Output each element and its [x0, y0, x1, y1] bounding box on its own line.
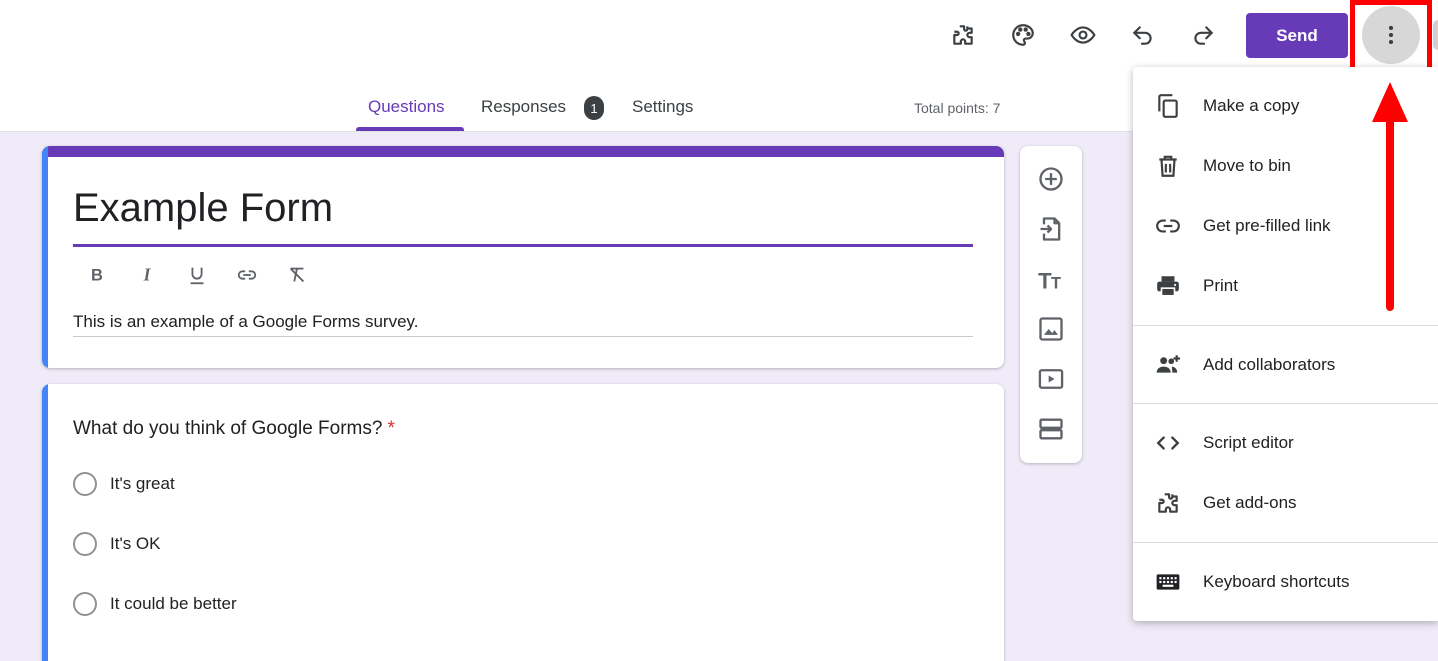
- svg-text:I: I: [143, 265, 152, 285]
- bold-icon[interactable]: B: [82, 260, 112, 290]
- menu-item-get-add-ons[interactable]: Get add-ons: [1133, 478, 1438, 528]
- italic-icon[interactable]: I: [132, 260, 162, 290]
- card-focus-bar: [42, 146, 48, 368]
- undo-icon[interactable]: [1124, 16, 1162, 54]
- redo-icon[interactable]: [1184, 16, 1222, 54]
- menu-item-keyboard-shortcuts[interactable]: Keyboard shortcuts: [1133, 557, 1438, 607]
- option-label: It's OK: [110, 534, 161, 553]
- add-title-icon[interactable]: TT: [1032, 260, 1070, 298]
- description-underline: [73, 336, 973, 337]
- print-icon: [1153, 271, 1183, 301]
- menu-item-script-editor[interactable]: Script editor: [1133, 418, 1438, 468]
- required-asterisk: *: [387, 418, 395, 439]
- send-button[interactable]: Send: [1246, 13, 1348, 58]
- link-icon: [1153, 211, 1183, 241]
- menu-item-label: Print: [1203, 276, 1238, 295]
- radio-button[interactable]: [73, 592, 97, 616]
- card-focus-bar: [42, 384, 48, 661]
- svg-text:T: T: [1051, 274, 1061, 292]
- menu-divider: [1133, 403, 1438, 404]
- menu-item-label: Script editor: [1203, 433, 1294, 452]
- underline-icon[interactable]: [182, 260, 212, 290]
- tab-responses[interactable]: Responses: [481, 97, 566, 117]
- import-questions-icon[interactable]: [1032, 210, 1070, 248]
- account-avatar[interactable]: [1433, 20, 1438, 50]
- form-title[interactable]: Example Form: [73, 186, 333, 231]
- add-section-icon[interactable]: [1032, 410, 1070, 448]
- menu-item-label: Get pre-filled link: [1203, 216, 1331, 235]
- option-label: It's great: [110, 474, 175, 493]
- palette-icon[interactable]: [1004, 16, 1042, 54]
- question-text: What do you think of Google Forms?: [73, 418, 383, 439]
- side-toolbar: TT: [1020, 146, 1082, 463]
- annotation-highlight-box: [1350, 0, 1432, 73]
- menu-item-add-collaborators[interactable]: Add collaborators: [1133, 340, 1438, 390]
- addon-icon[interactable]: [944, 16, 982, 54]
- svg-text:B: B: [91, 267, 103, 285]
- link-icon[interactable]: [232, 260, 262, 290]
- form-title-card[interactable]: Example Form B I This is an example of a…: [42, 146, 1004, 368]
- add-people-icon: [1153, 350, 1183, 380]
- option-label: It could be better: [110, 594, 237, 613]
- add-video-icon[interactable]: [1032, 360, 1070, 398]
- add-image-icon[interactable]: [1032, 310, 1070, 348]
- total-points: Total points: 7: [914, 100, 1001, 116]
- top-bar: Send: [0, 0, 1438, 73]
- question-title: What do you think of Google Forms? *: [73, 418, 395, 440]
- card-accent-bar: [42, 146, 1004, 157]
- radio-button[interactable]: [73, 532, 97, 556]
- option-row[interactable]: It's OK: [73, 531, 160, 557]
- annotation-arrow: [1372, 82, 1408, 311]
- add-question-icon[interactable]: [1032, 160, 1070, 198]
- tab-questions[interactable]: Questions: [368, 97, 445, 117]
- tab-settings[interactable]: Settings: [632, 97, 693, 117]
- radio-button[interactable]: [73, 472, 97, 496]
- active-tab-indicator: [356, 127, 464, 131]
- menu-divider: [1133, 325, 1438, 326]
- title-underline: [73, 244, 973, 247]
- addon-icon: [1153, 488, 1183, 518]
- copy-icon: [1153, 91, 1183, 121]
- trash-icon: [1153, 151, 1183, 181]
- preview-icon[interactable]: [1064, 16, 1102, 54]
- menu-item-label: Keyboard shortcuts: [1203, 572, 1350, 591]
- keyboard-icon: [1153, 567, 1183, 597]
- responses-count-badge: 1: [584, 96, 604, 120]
- option-row[interactable]: It's great: [73, 471, 175, 497]
- option-row[interactable]: It could be better: [73, 591, 237, 617]
- form-description[interactable]: This is an example of a Google Forms sur…: [73, 312, 419, 332]
- question-card[interactable]: What do you think of Google Forms? * It's…: [42, 384, 1004, 661]
- menu-item-label: Get add-ons: [1203, 493, 1297, 512]
- menu-item-label: Make a copy: [1203, 96, 1300, 115]
- code-icon: [1153, 428, 1183, 458]
- menu-item-label: Move to bin: [1203, 156, 1291, 175]
- menu-item-label: Add collaborators: [1203, 355, 1336, 374]
- clear-formatting-icon[interactable]: [282, 260, 312, 290]
- menu-divider: [1133, 542, 1438, 543]
